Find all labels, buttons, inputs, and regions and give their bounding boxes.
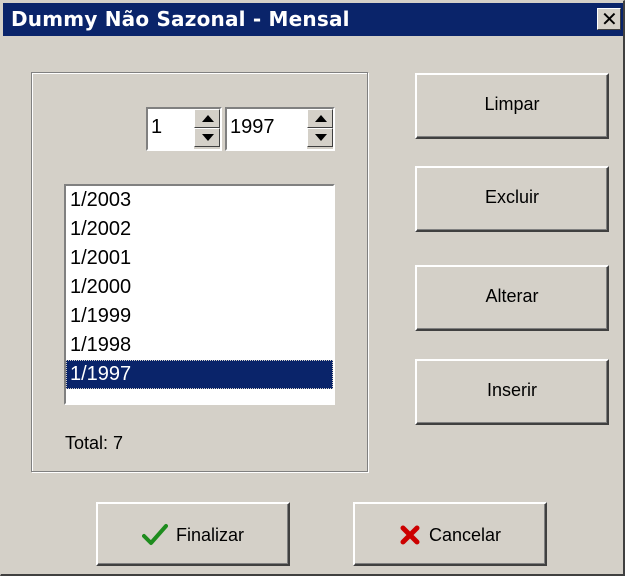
cancelar-button[interactable]: Cancelar: [353, 502, 547, 566]
list-item[interactable]: 1/2002: [66, 215, 333, 244]
checkmark-icon: [141, 524, 168, 546]
arrow-down-icon: [315, 134, 327, 141]
arrow-up-icon: [315, 115, 327, 122]
list-item[interactable]: 1/2001: [66, 244, 333, 273]
list-item-selected[interactable]: 1/1997: [66, 360, 333, 389]
arrow-up-icon: [202, 115, 214, 122]
close-icon: ✕: [601, 7, 618, 31]
year-spinner[interactable]: 1997: [225, 107, 335, 151]
list-item[interactable]: 1/2003: [66, 186, 333, 215]
finalizar-label: Finalizar: [175, 525, 245, 546]
year-up-button[interactable]: [307, 109, 333, 128]
excluir-button[interactable]: Excluir: [415, 166, 609, 232]
list-item[interactable]: 1/1999: [66, 302, 333, 331]
month-spinner[interactable]: 1: [146, 107, 222, 151]
title-bar[interactable]: Dummy Não Sazonal - Mensal ✕: [3, 3, 623, 36]
month-down-button[interactable]: [194, 128, 220, 147]
limpar-button[interactable]: Limpar: [415, 73, 609, 139]
month-up-button[interactable]: [194, 109, 220, 128]
year-down-button[interactable]: [307, 128, 333, 147]
window-title: Dummy Não Sazonal - Mensal: [11, 7, 350, 31]
alterar-button[interactable]: Alterar: [415, 265, 609, 331]
total-label: Total: 7: [65, 433, 124, 453]
year-field[interactable]: 1997: [227, 109, 307, 149]
list-item[interactable]: 1/2000: [66, 273, 333, 302]
list-item[interactable]: 1/1998: [66, 331, 333, 360]
close-button[interactable]: ✕: [597, 7, 621, 31]
dates-listbox[interactable]: 1/2003 1/2002 1/2001 1/2000 1/1999 1/199…: [64, 184, 335, 405]
finalizar-button[interactable]: Finalizar: [96, 502, 290, 566]
month-field[interactable]: 1: [148, 109, 194, 149]
arrow-down-icon: [202, 134, 214, 141]
cancelar-label: Cancelar: [428, 525, 502, 546]
dialog-window: Dummy Não Sazonal - Mensal ✕ 1 1997 1/20…: [0, 0, 625, 576]
inserir-button[interactable]: Inserir: [415, 359, 609, 425]
cross-icon: [400, 525, 420, 545]
